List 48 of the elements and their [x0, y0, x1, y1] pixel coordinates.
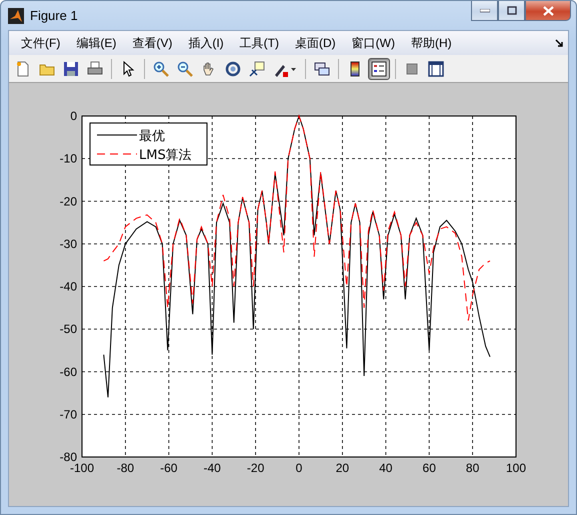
- menu-item[interactable]: 编辑(E): [68, 34, 124, 52]
- menu-item[interactable]: 查看(V): [124, 34, 180, 52]
- tick-label: -80: [60, 450, 77, 464]
- tick-label: -40: [60, 280, 77, 294]
- tick-label: -10: [60, 152, 77, 166]
- legend-label: LMS算法: [139, 148, 192, 163]
- tick-label: -100: [70, 461, 94, 475]
- minimize-button[interactable]: [471, 1, 498, 21]
- tick-label: 0: [296, 461, 302, 475]
- legend-icon: [371, 60, 387, 76]
- tick-label: 20: [336, 461, 350, 475]
- tick-label: -80: [116, 461, 134, 475]
- square-icon: [404, 60, 420, 76]
- legend-label: 最优: [139, 129, 165, 144]
- tick-label: 100: [506, 461, 526, 475]
- tick-label: -40: [204, 461, 221, 475]
- tick-label: -20: [246, 461, 264, 475]
- menu-item[interactable]: 桌面(D): [286, 34, 344, 52]
- restore-icon: [506, 6, 516, 15]
- tick-label: -60: [60, 364, 77, 379]
- tick-label: -60: [160, 461, 178, 475]
- tick-label: -20: [60, 194, 77, 208]
- close-button[interactable]: [525, 1, 571, 21]
- tick-label: 40: [379, 461, 392, 475]
- tick-label: 60: [422, 461, 436, 475]
- menu-item[interactable]: 插入(I): [180, 34, 232, 52]
- tick-label: -70: [60, 407, 77, 422]
- zoom-out-icon: [177, 60, 193, 76]
- tick-label: 0: [70, 109, 77, 123]
- window-panes-icon: [428, 60, 444, 76]
- menu-item[interactable]: 帮助(H): [402, 34, 460, 52]
- zoom-in-icon: [153, 60, 169, 76]
- data-cursor-icon: [249, 60, 265, 76]
- tick-label: -50: [60, 322, 77, 336]
- restore-button[interactable]: [498, 1, 525, 21]
- dock-arrow-icon[interactable]: [555, 38, 564, 48]
- legend-line-sample: [96, 134, 138, 136]
- tick-label: 80: [466, 461, 480, 475]
- menu-item[interactable]: 窗口(W): [344, 34, 403, 52]
- toolbar-button[interactable]: [368, 58, 390, 80]
- printer-icon: [87, 60, 103, 76]
- tick-label: -30: [60, 236, 77, 251]
- minimize-icon: [480, 8, 490, 12]
- menu-item[interactable]: 工具(T): [232, 34, 287, 52]
- close-icon: [542, 6, 554, 16]
- window-title: Figure 1: [30, 8, 79, 23]
- menu-item[interactable]: 文件(F): [13, 34, 68, 52]
- new-file-icon: [15, 60, 31, 76]
